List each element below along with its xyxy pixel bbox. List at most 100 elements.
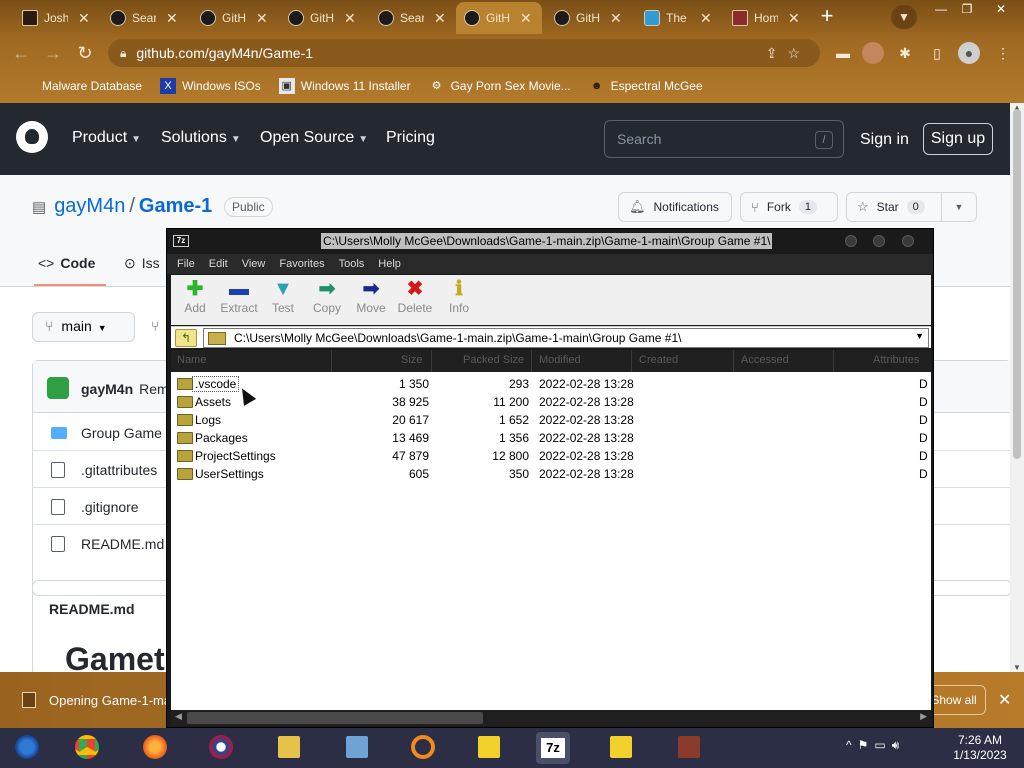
column-divider[interactable] bbox=[531, 350, 532, 372]
close-tab-icon[interactable]: ✕ bbox=[520, 10, 532, 27]
commit-author[interactable]: gayM4n bbox=[81, 381, 133, 397]
github-search-input[interactable]: Search / bbox=[604, 120, 844, 158]
bookmark-windows-11-installer[interactable]: ▣ Windows 11 Installer bbox=[278, 78, 411, 94]
maximize-button[interactable] bbox=[873, 235, 885, 247]
table-row[interactable]: Assets 38 925 11 200 2022-02-28 13:28 D bbox=[171, 393, 931, 411]
side-panel-icon[interactable]: ▯ bbox=[926, 42, 948, 64]
menu-help[interactable]: Help bbox=[378, 258, 401, 270]
column-packed-size[interactable]: Packed Size bbox=[463, 354, 524, 366]
close-tab-icon[interactable]: ✕ bbox=[700, 10, 712, 27]
browser-tab-7[interactable]: GitH ✕ bbox=[546, 4, 622, 32]
info-button[interactable]: ℹ Info bbox=[437, 277, 481, 323]
tab-issues[interactable]: ⊙ Iss bbox=[124, 255, 160, 272]
table-row[interactable]: UserSettings 605 350 2022-02-28 13:28 D bbox=[171, 465, 931, 483]
up-folder-button[interactable]: ↰ bbox=[175, 329, 197, 347]
new-tab-button[interactable]: + bbox=[814, 5, 840, 29]
column-divider[interactable] bbox=[733, 350, 734, 372]
close-button[interactable] bbox=[902, 235, 914, 247]
column-divider[interactable] bbox=[631, 350, 632, 372]
browser-tab-4[interactable]: GitH ✕ bbox=[280, 4, 356, 32]
back-button[interactable]: ← bbox=[8, 40, 34, 66]
bookmark-windows-isos[interactable]: X Windows ISOs bbox=[160, 78, 261, 94]
taskbar-chrome[interactable] bbox=[70, 732, 104, 764]
taskbar-warning-app-2[interactable] bbox=[604, 732, 638, 764]
close-window-button[interactable]: ✕ bbox=[988, 2, 1014, 18]
minimize-button[interactable]: — bbox=[928, 2, 954, 18]
taskbar-network-app[interactable] bbox=[340, 732, 374, 764]
address-bar[interactable]: 🔒︎ github.com/gayM4n/Game-1 ⇪☆ bbox=[108, 39, 820, 67]
avatar[interactable] bbox=[47, 377, 69, 399]
tab-search-button[interactable]: ▼ bbox=[891, 5, 917, 29]
close-tab-icon[interactable]: ✕ bbox=[788, 10, 800, 27]
chevron-down-icon[interactable]: ▼ bbox=[915, 331, 924, 341]
copy-button[interactable]: ➡ Copy bbox=[305, 277, 349, 323]
browser-tab-2[interactable]: Sear ✕ bbox=[102, 4, 178, 32]
browser-tab-3[interactable]: GitH ✕ bbox=[192, 4, 268, 32]
taskbar-7zip[interactable]: 7z bbox=[536, 732, 570, 764]
table-row[interactable]: Packages 13 469 1 356 2022-02-28 13:28 D bbox=[171, 429, 931, 447]
taskbar-game-app[interactable] bbox=[672, 732, 706, 764]
nav-pricing[interactable]: Pricing bbox=[386, 129, 435, 147]
start-button[interactable] bbox=[10, 732, 44, 764]
table-row[interactable]: .vscode 1 350 293 2022-02-28 13:28 D bbox=[171, 375, 931, 393]
taskbar-obama-app[interactable] bbox=[204, 732, 238, 764]
extensions-puzzle-icon[interactable]: ✱ bbox=[894, 42, 916, 64]
menu-file[interactable]: File bbox=[177, 258, 195, 270]
browser-tab-9[interactable]: Hom ✕ bbox=[724, 4, 800, 32]
add-button[interactable]: ✚ Add bbox=[173, 277, 217, 323]
scrollbar-thumb[interactable] bbox=[1013, 109, 1021, 459]
path-combobox[interactable]: C:\Users\Molly McGee\Downloads\Game-1-ma… bbox=[203, 328, 929, 348]
horizontal-scrollbar[interactable]: ◀ ▶ bbox=[171, 710, 931, 726]
system-tray[interactable]: ^⚑▭🔊︎ bbox=[846, 738, 905, 753]
extension-avatar-icon[interactable] bbox=[862, 42, 884, 64]
share-star-icons[interactable]: ⇪☆ bbox=[766, 45, 810, 62]
nav-open-source[interactable]: Open Source ▼ bbox=[260, 129, 368, 147]
column-accessed[interactable]: Accessed bbox=[741, 354, 789, 366]
taskbar-warning-app-1[interactable] bbox=[472, 732, 506, 764]
browser-tab-8[interactable]: The ✕ bbox=[636, 4, 712, 32]
scroll-left-icon[interactable]: ◀ bbox=[175, 711, 182, 722]
table-row[interactable]: Logs 20 617 1 652 2022-02-28 13:28 D bbox=[171, 411, 931, 429]
commit-message[interactable]: Rem bbox=[139, 381, 169, 397]
column-name[interactable]: Name bbox=[177, 354, 206, 366]
menu-tools[interactable]: Tools bbox=[339, 258, 365, 270]
nav-solutions[interactable]: Solutions ▼ bbox=[161, 129, 241, 147]
browser-tab-5[interactable]: Sear ✕ bbox=[370, 4, 446, 32]
github-logo-icon[interactable] bbox=[16, 121, 48, 153]
menu-edit[interactable]: Edit bbox=[209, 258, 228, 270]
column-created[interactable]: Created bbox=[639, 354, 678, 366]
column-modified[interactable]: Modified bbox=[539, 354, 581, 366]
star-dropdown-button[interactable]: ▼ bbox=[941, 192, 977, 222]
restore-button[interactable]: ❐ bbox=[954, 2, 980, 18]
scrollbar-thumb[interactable] bbox=[187, 712, 483, 724]
scroll-right-icon[interactable]: ▶ bbox=[920, 711, 927, 722]
column-size[interactable]: Size bbox=[401, 354, 422, 366]
column-attributes[interactable]: Attributes bbox=[873, 354, 919, 366]
bookmark-gay-porn-sex-movie[interactable]: ⚙ Gay Porn Sex Movie... bbox=[429, 78, 571, 94]
close-tab-icon[interactable]: ✕ bbox=[344, 10, 356, 27]
column-divider[interactable] bbox=[833, 350, 834, 372]
tab-code[interactable]: <> Code bbox=[38, 255, 95, 271]
column-divider[interactable] bbox=[431, 350, 432, 372]
taskbar-clock[interactable]: 7:26 AM 1/13/2023 bbox=[944, 733, 1016, 763]
browser-tab-6-active[interactable]: GitH ✕ bbox=[456, 2, 542, 34]
window-titlebar[interactable]: 7z C:\Users\Molly McGee\Downloads\Game-1… bbox=[167, 229, 933, 253]
star-button[interactable]: ☆ Star 0 bbox=[846, 192, 942, 222]
close-tab-icon[interactable]: ✕ bbox=[78, 10, 90, 27]
sign-in-link[interactable]: Sign in bbox=[860, 131, 909, 149]
extension-flag-icon[interactable]: ▬ bbox=[832, 42, 854, 64]
close-tab-icon[interactable]: ✕ bbox=[256, 10, 268, 27]
close-tab-icon[interactable]: ✕ bbox=[166, 10, 178, 27]
test-button[interactable]: ▼ Test bbox=[261, 277, 305, 323]
profile-avatar-icon[interactable]: ● bbox=[958, 42, 980, 64]
repo-owner-link[interactable]: gayM4n bbox=[54, 195, 125, 217]
branch-select-button[interactable]: ⑂ main ▼ bbox=[32, 312, 135, 342]
taskbar-file-explorer[interactable] bbox=[272, 732, 306, 764]
scroll-down-icon[interactable]: ▼ bbox=[1013, 663, 1021, 672]
fork-button[interactable]: ⑂ Fork 1 bbox=[740, 192, 838, 222]
forward-button[interactable]: → bbox=[40, 40, 66, 66]
close-tab-icon[interactable]: ✕ bbox=[434, 10, 446, 27]
download-item[interactable]: Opening Game-1-main bbox=[49, 693, 181, 708]
nav-product[interactable]: Product ▼ bbox=[72, 129, 141, 147]
delete-button[interactable]: ✖ Delete bbox=[393, 277, 437, 323]
